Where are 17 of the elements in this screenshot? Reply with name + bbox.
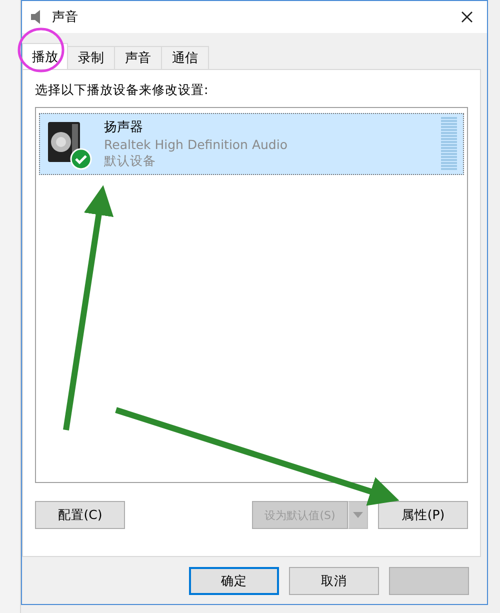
instruction-text: 选择以下播放设备来修改设置: xyxy=(35,82,210,99)
device-status: 默认设备 xyxy=(104,153,157,170)
level-meter xyxy=(441,117,457,171)
annotation-circle xyxy=(18,28,64,72)
blank-button[interactable] xyxy=(389,567,469,595)
device-item[interactable]: 扬声器 Realtek High Definition Audio 默认设备 xyxy=(39,113,464,175)
device-name: 扬声器 xyxy=(104,119,144,136)
window-title: 声音 xyxy=(52,9,79,26)
speaker-icon xyxy=(46,120,82,164)
tab[interactable]: 通信 xyxy=(161,46,209,69)
close-icon xyxy=(461,10,473,22)
device-button[interactable]: 配置(C) xyxy=(35,501,125,529)
device-button[interactable]: 属性(P) xyxy=(378,501,468,529)
caret-icon xyxy=(353,512,363,518)
dialog-button[interactable]: 取消 xyxy=(289,567,379,595)
device-driver: Realtek High Definition Audio xyxy=(104,137,288,152)
dialog-button[interactable]: 确定 xyxy=(189,567,279,595)
